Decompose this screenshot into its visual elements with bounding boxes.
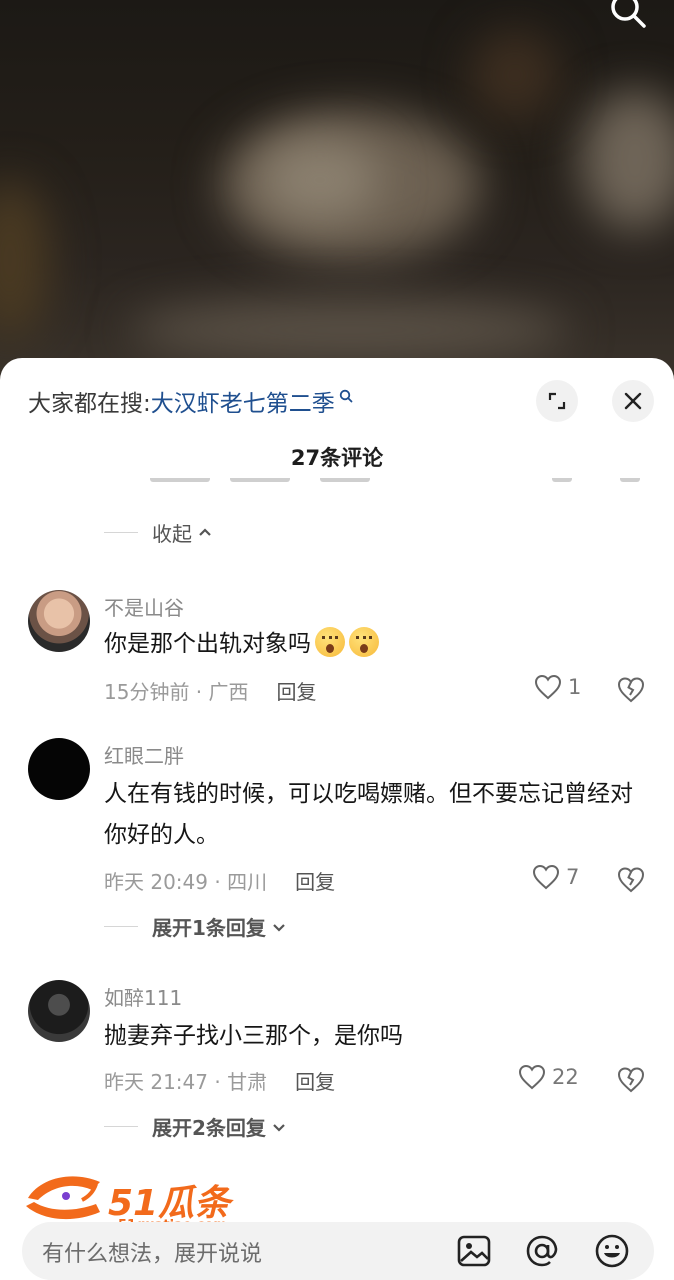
image-icon[interactable]	[456, 1233, 492, 1269]
close-icon	[624, 392, 642, 410]
emoji-icon[interactable]	[594, 1233, 630, 1269]
comment-username[interactable]: 不是山谷	[104, 592, 184, 621]
comment-meta: 昨天 20:49 · 四川 回复	[104, 866, 335, 895]
divider	[104, 1126, 138, 1127]
video-background[interactable]	[0, 0, 674, 380]
dislike-icon[interactable]	[616, 674, 646, 704]
chevron-down-icon	[273, 923, 285, 932]
reply-button[interactable]: 回复	[295, 866, 335, 895]
comment-count-title: 27条评论	[290, 446, 384, 470]
flushed-face-emoji-icon	[349, 626, 379, 657]
comment-time-location: 昨天 20:49 · 四川	[104, 870, 268, 894]
like-count: 7	[566, 865, 580, 889]
sheet-header: 大家都在搜: 大汉虾老七第二季 27条评论	[0, 358, 674, 482]
close-button[interactable]	[612, 380, 654, 422]
like-button[interactable]: 1	[534, 674, 581, 700]
comment-username[interactable]: 红眼二胖	[104, 740, 184, 769]
suggestion-term[interactable]: 大汉虾老七第二季	[151, 384, 335, 418]
input-placeholder: 有什么想法，展开说说	[42, 1242, 263, 1267]
suggestion-prefix: 大家都在搜:	[28, 391, 151, 417]
comment-text[interactable]: 你是那个出轨对象吗	[104, 624, 644, 665]
expand-label: 展开2条回复	[152, 1116, 266, 1140]
comment-body: 你是那个出轨对象吗	[104, 631, 311, 657]
comment-text[interactable]: 抛妻弃子找小三那个，是你吗	[104, 1016, 644, 1057]
flushed-face-emoji-icon	[315, 626, 345, 657]
expand-replies-button[interactable]: 展开1条回复	[104, 912, 288, 941]
collapse-label: 收起	[152, 522, 192, 546]
expand-button[interactable]	[536, 380, 578, 422]
chevron-up-icon	[199, 527, 211, 536]
like-button[interactable]: 7	[532, 864, 579, 890]
heart-icon	[518, 1064, 546, 1090]
clipped-previous-row	[0, 478, 674, 498]
reply-button[interactable]: 回复	[277, 676, 317, 705]
like-count: 22	[552, 1065, 579, 1089]
comment-time-location: 昨天 21:47 · 甘肃	[104, 1070, 268, 1094]
search-suggestion[interactable]: 大家都在搜: 大汉虾老七第二季	[28, 384, 353, 418]
avatar[interactable]	[28, 738, 90, 800]
expand-icon	[548, 392, 566, 410]
heart-icon	[534, 674, 562, 700]
at-icon[interactable]	[524, 1233, 560, 1269]
divider	[104, 532, 138, 533]
expand-replies-button[interactable]: 展开2条回复	[104, 1112, 288, 1141]
expand-label: 展开1条回复	[152, 916, 266, 940]
heart-icon	[532, 864, 560, 890]
comment-meta: 15分钟前 · 广西 回复	[104, 676, 317, 705]
like-button[interactable]: 22	[518, 1064, 579, 1090]
comments-sheet: 大家都在搜: 大汉虾老七第二季 27条评论 收起 不是山谷 你是那个出轨对象吗 …	[0, 358, 674, 1280]
small-search-icon	[339, 389, 353, 403]
dislike-icon[interactable]	[616, 1064, 646, 1094]
comment-input[interactable]: 有什么想法，展开说说	[22, 1222, 654, 1280]
collapse-replies-button[interactable]: 收起	[104, 518, 214, 547]
like-count: 1	[568, 675, 582, 699]
avatar[interactable]	[28, 980, 90, 1042]
reply-button[interactable]: 回复	[295, 1066, 335, 1095]
comment-text[interactable]: 人在有钱的时候，可以吃喝嫖赌。但不要忘记曾经对你好的人。	[104, 774, 644, 856]
chevron-down-icon	[273, 1123, 285, 1132]
comment-username[interactable]: 如醉111	[104, 982, 182, 1011]
dislike-icon[interactable]	[616, 864, 646, 894]
avatar[interactable]	[28, 590, 90, 652]
search-icon[interactable]	[608, 0, 648, 34]
divider	[104, 926, 138, 927]
comment-time-location: 15分钟前 · 广西	[104, 680, 249, 704]
comment-meta: 昨天 21:47 · 甘肃 回复	[104, 1066, 335, 1095]
